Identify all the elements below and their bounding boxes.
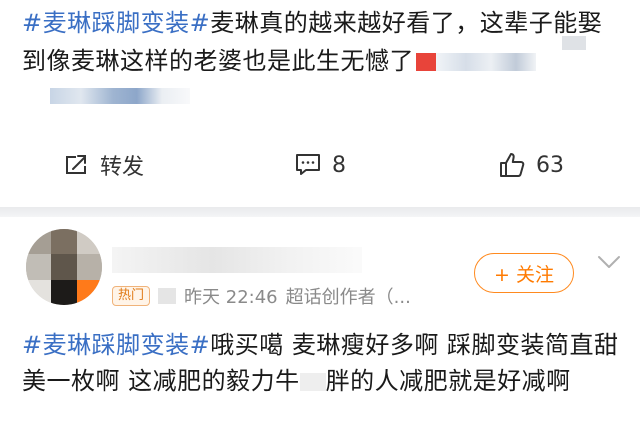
redacted-emoji [416,53,436,71]
avatar[interactable] [26,229,102,305]
hot-badge: 热门 [112,286,151,306]
comment-icon [294,152,322,178]
redacted-text [562,36,586,50]
chevron-down-icon[interactable] [596,253,622,275]
redacted-text [50,88,190,104]
comment-text: #麦琳踩脚变装#哦买噶 麦琳瘦好多啊 踩脚变装简直甜美一枚啊 这减肥的毅力牛 胖的… [22,327,622,399]
comment-time: 昨天 22:46 [184,287,278,308]
divider [0,207,640,217]
post-text: #麦琳踩脚变装#麦琳真的越来越好看了，这辈子能娶到像麦琳这样的老婆也是此生无憾了 [22,4,622,80]
like-count: 63 [536,152,564,178]
comment-hashtag[interactable]: #麦琳踩脚变装# [22,331,210,359]
comment-source: 超话创作者（... [285,287,411,308]
comment-card: 热门 昨天 22:46 超话创作者（... + 关注 #麦琳踩脚变装#哦买噶 麦… [0,217,640,443]
like-icon [498,151,526,179]
redacted-text [299,373,326,391]
redacted-text [158,288,177,304]
redacted-username [112,247,362,273]
redacted-text [436,53,536,71]
follow-button[interactable]: + 关注 [474,253,574,293]
post-actions: 转发 8 63 [0,142,640,188]
repost-label: 转发 [100,155,145,180]
repost-icon [64,152,90,178]
weibo-post: #麦琳踩脚变装#麦琳真的越来越好看了，这辈子能娶到像麦琳这样的老婆也是此生无憾了… [0,0,640,207]
post-hashtag[interactable]: #麦琳踩脚变装# [22,9,210,37]
comment-body-2: 胖的人减肥就是好减啊 [325,367,571,395]
repost-button[interactable]: 转发 [64,142,144,188]
like-button[interactable]: 63 [498,142,564,188]
comment-meta: 热门 昨天 22:46 超话创作者（... [112,283,411,309]
comment-button[interactable]: 8 [294,142,346,188]
comment-count: 8 [332,152,346,178]
